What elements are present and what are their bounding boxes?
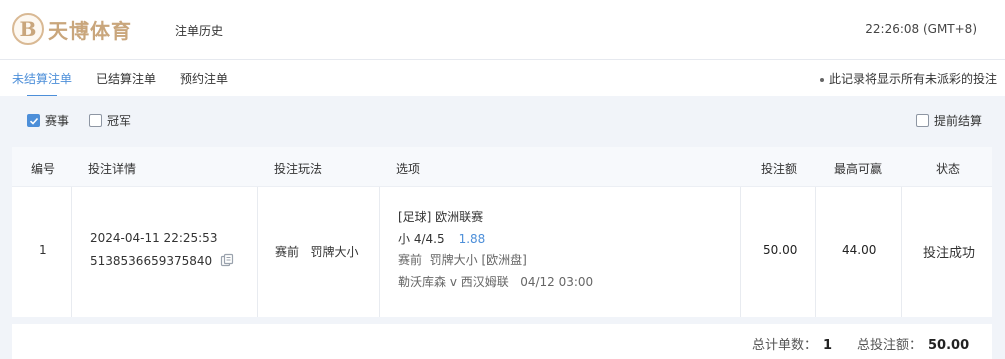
filter-champion-label: 冠军 — [107, 114, 132, 128]
checkbox-checked-icon — [27, 114, 40, 127]
match-time: 04/12 03:00 — [520, 275, 594, 289]
top-header: B 天博体育 注单历史 22:26:08 (GMT+8) — [0, 0, 1005, 60]
divider — [257, 187, 258, 317]
col-max-win: 最高可赢 — [834, 162, 883, 176]
filter-cashout-checkbox[interactable]: 提前结算 — [916, 112, 982, 129]
col-no: 编号 — [31, 162, 56, 176]
copy-icon[interactable] — [220, 253, 234, 270]
total-stake-value: 50.00 — [928, 338, 970, 353]
filter-event-label: 赛事 — [45, 114, 70, 128]
checkbox-unchecked-icon — [916, 114, 929, 127]
max-win-value: 44.00 — [842, 243, 877, 257]
total-stake-label: 总投注额： — [857, 338, 923, 353]
server-clock: 22:26:08 (GMT+8) — [865, 22, 977, 36]
summary-footer: 总计单数： 1 总投注额： 50.00 — [12, 324, 992, 359]
selection-line: 小 4/4.5 1.88 — [398, 230, 485, 247]
tab-settled[interactable]: 已结算注单 — [96, 70, 156, 96]
row-number: 1 — [39, 243, 47, 257]
divider — [901, 187, 902, 317]
tab-note-text: 此记录将显示所有未派彩的投注 — [828, 72, 997, 86]
match-teams: 勒沃库森 v 西汉姆联 — [398, 275, 509, 289]
col-option: 选项 — [396, 162, 421, 176]
logo-mark-icon: B — [12, 13, 44, 45]
total-count: 总计单数： 1 — [752, 334, 832, 353]
col-play: 投注玩法 — [274, 162, 323, 176]
market: 赛前 罚牌大小 [欧洲盘] — [398, 253, 527, 267]
bet-table: 编号 投注详情 投注玩法 选项 投注额 最高可赢 状态 1 2024-04-11… — [12, 147, 992, 317]
match-line: 勒沃库森 v 西汉姆联 04/12 03:00 — [398, 273, 593, 290]
total-count-value: 1 — [823, 338, 833, 353]
total-count-label: 总计单数： — [752, 338, 818, 353]
ticket-id-group: 5138536659375840 — [90, 253, 234, 270]
tab-reserved[interactable]: 预约注单 — [180, 70, 228, 96]
checkbox-unchecked-icon — [89, 114, 102, 127]
bullet-icon — [819, 77, 824, 82]
odds: 1.88 — [458, 232, 486, 246]
logo-text: 天博体育 — [48, 18, 132, 43]
divider — [71, 187, 72, 317]
page-title: 注单历史 — [175, 24, 224, 38]
stake-value: 50.00 — [763, 243, 798, 257]
brand-logo[interactable]: B 天博体育 — [12, 10, 132, 48]
table-header: 编号 投注详情 投注玩法 选项 投注额 最高可赢 状态 — [12, 147, 992, 187]
filter-bar: 赛事 冠军 提前结算 — [0, 96, 1005, 142]
filter-cashout-label: 提前结算 — [934, 114, 983, 128]
col-status: 状态 — [936, 162, 961, 176]
divider — [740, 187, 741, 317]
divider — [379, 187, 380, 317]
divider — [815, 187, 816, 317]
tab-unsettled[interactable]: 未结算注单 — [12, 70, 72, 97]
league-name: [足球] 欧洲联赛 — [398, 210, 484, 224]
ticket-id: 5138536659375840 — [90, 254, 213, 268]
total-stake: 总投注额： 50.00 — [857, 334, 969, 353]
filter-event-checkbox[interactable]: 赛事 — [27, 112, 69, 129]
bet-play: 赛前 罚牌大小 — [275, 245, 359, 259]
col-detail: 投注详情 — [88, 162, 137, 176]
table-row: 1 2024-04-11 22:25:53 5138536659375840 赛… — [12, 187, 992, 317]
content-area: 赛事 冠军 提前结算 编号 投注详情 投注玩法 选项 投注额 最高可赢 状态 1… — [0, 96, 1005, 359]
tab-note: 此记录将显示所有未派彩的投注 — [819, 70, 997, 87]
filter-champion-checkbox[interactable]: 冠军 — [89, 112, 131, 129]
bet-tabs: 未结算注单 已结算注单 预约注单 此记录将显示所有未派彩的投注 — [0, 60, 1005, 97]
bet-datetime: 2024-04-11 22:25:53 — [90, 231, 218, 245]
col-stake: 投注额 — [761, 162, 798, 176]
status-badge: 投注成功 — [923, 246, 976, 261]
selection: 小 4/4.5 — [398, 232, 445, 246]
